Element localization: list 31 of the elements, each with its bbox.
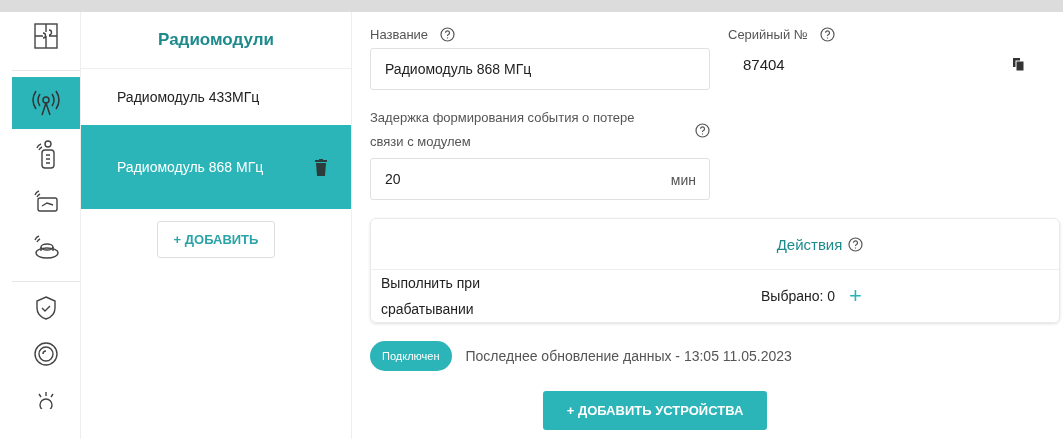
name-field[interactable]: Радиомодуль 868 МГц (370, 48, 710, 90)
status-badge: Подключен (370, 341, 452, 371)
field-label: Название (370, 26, 429, 42)
panel-title: Радиомодули (81, 12, 351, 69)
switch-icon (33, 189, 59, 213)
add-devices-button[interactable]: + ДОБАВИТЬ УСТРОЙСТВА (542, 391, 768, 430)
field-label: Серийный № (728, 26, 808, 42)
card-title: Действия (776, 235, 843, 253)
add-button[interactable]: + ДОБАВИТЬ (156, 221, 276, 258)
help-icon[interactable] (819, 26, 835, 42)
serial-number: 87404 (743, 56, 785, 73)
antenna-icon (32, 90, 60, 116)
field-label: Задержка формирования события о потере связи с модулем (370, 109, 636, 151)
list-item[interactable]: Радиомодуль 868 МГц (81, 125, 351, 209)
button-sensor-icon (32, 234, 60, 260)
shield-icon (35, 295, 57, 321)
row-label: Выполнить при срабатывании (381, 274, 481, 319)
disk-icon (33, 341, 59, 367)
puzzle-icon (33, 22, 59, 50)
copy-icon[interactable] (1013, 58, 1024, 71)
list-item[interactable]: Радиомодуль 433МГц (81, 69, 351, 125)
sidebar-item[interactable] (12, 77, 80, 129)
selected-count: Выбрано: 0 (761, 288, 836, 304)
status-text: Последнее обновление данных - 13:05 11.05.2023 (465, 348, 792, 364)
unit-label: мин (670, 172, 696, 188)
help-icon[interactable] (848, 236, 864, 252)
keyfob-icon (35, 140, 57, 170)
add-action-button[interactable]: + (845, 285, 866, 307)
help-icon[interactable] (440, 26, 456, 42)
trash-icon[interactable] (315, 158, 327, 176)
help-icon[interactable] (695, 122, 710, 138)
